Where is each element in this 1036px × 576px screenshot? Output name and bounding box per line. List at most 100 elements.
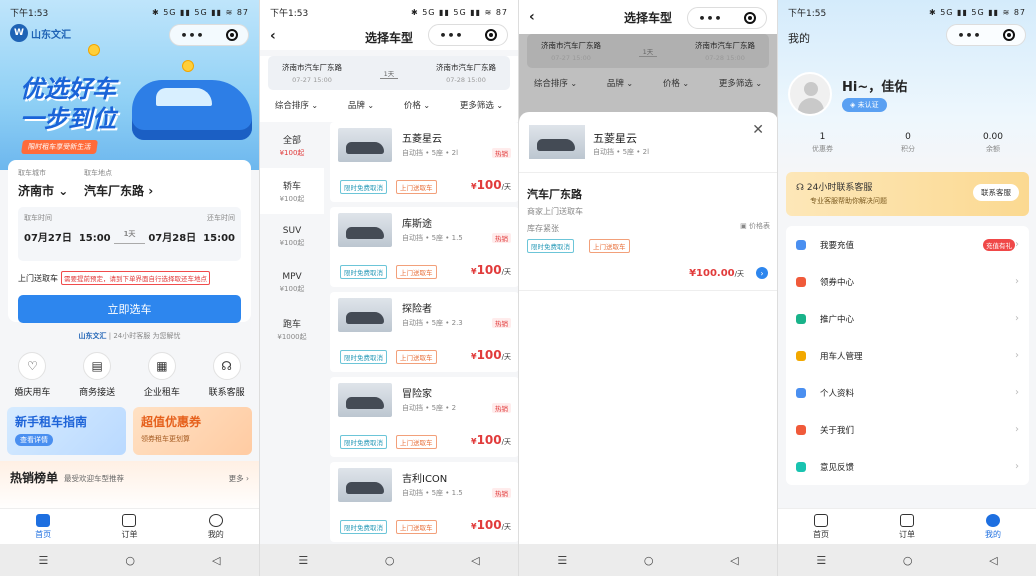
- back-icon[interactable]: ‹: [270, 28, 276, 44]
- more-link[interactable]: 更多 ›: [229, 473, 249, 484]
- home-key[interactable]: ○: [385, 554, 395, 567]
- date-picker[interactable]: 取车时间 还车时间 07月27日 15:00 1天 07月28日 15:00: [18, 207, 241, 261]
- tab-orders[interactable]: 订单: [121, 513, 137, 540]
- briefcase-icon: ▤: [83, 352, 112, 380]
- hot-badge: 热销: [492, 318, 511, 328]
- tab-home[interactable]: 首页: [35, 513, 51, 540]
- back-key[interactable]: ◁: [730, 554, 738, 567]
- tab-orders[interactable]: 订单: [899, 513, 915, 540]
- more-icon[interactable]: •••: [698, 12, 722, 25]
- filter-brand[interactable]: 品牌: [607, 77, 633, 89]
- pickup-datetime[interactable]: 07月27日 15:00: [24, 229, 111, 244]
- filter-sort[interactable]: 综合排序: [534, 77, 577, 89]
- miniapp-capsule[interactable]: •••: [169, 24, 249, 46]
- filter-price[interactable]: 价格: [404, 99, 430, 111]
- close-miniapp-icon[interactable]: [1002, 29, 1015, 41]
- tab-bar: 首页 订单 我的: [0, 508, 259, 544]
- back-icon[interactable]: ‹: [529, 9, 535, 25]
- miniapp-capsule[interactable]: •••: [946, 24, 1026, 46]
- app-logo: W 山东文汇: [10, 24, 71, 42]
- price-table-link[interactable]: ▣ 价格表: [740, 221, 770, 231]
- car-card[interactable]: 探险者 自动挡 • 5座 • 2.3 热销 限时免费取消 上门送取车 ¥100/天: [330, 292, 518, 372]
- back-key[interactable]: ◁: [212, 554, 220, 567]
- menu-feedback[interactable]: 意见反馈 ›: [786, 448, 1029, 485]
- car-photo: [338, 383, 392, 417]
- close-miniapp-icon[interactable]: [484, 29, 497, 41]
- coupon-banner[interactable]: 超值优惠券 领券租车更划算: [133, 407, 252, 455]
- category-item[interactable]: MPV ¥100起: [260, 260, 324, 306]
- menu-key[interactable]: ☰: [39, 554, 49, 567]
- miniapp-capsule[interactable]: •••: [428, 24, 508, 46]
- filter-more[interactable]: 更多筛选: [719, 77, 762, 89]
- quick-enterprise[interactable]: ▦ 企业租车: [144, 352, 180, 398]
- tab-mine[interactable]: 我的: [985, 513, 1001, 540]
- select-store-icon[interactable]: ›: [756, 267, 768, 279]
- category-sidebar: 全部 ¥100起 轿车 ¥100起 SUV ¥100起 MPV ¥100起 跑车 ¥100…: [260, 122, 324, 352]
- booking-card: 取车城市 取车地点 济南市 ⌄ 汽车厂东路 › 取车时间 还车时间 07月27日 15…: [8, 160, 251, 323]
- car-card[interactable]: 库斯途 自动挡 • 5座 • 1.5 热销 限时免费取消 上门送取车 ¥100/天: [330, 207, 518, 287]
- stat-coupons[interactable]: 1 优惠券: [812, 132, 833, 154]
- category-item[interactable]: SUV ¥100起: [260, 214, 324, 260]
- hero-tag: 限时租车享受新生活: [21, 140, 98, 154]
- home-screen: 优选好车 一步到位 限时租车享受新生活 下午1:53 ✱ 5G ▮▮ 5G ▮▮ ≋…: [0, 0, 259, 576]
- guide-banner[interactable]: 新手租车指南 查看详情: [7, 407, 126, 455]
- rental-duration: 1天: [113, 229, 146, 244]
- user-icon: [208, 513, 223, 527]
- filter-brand[interactable]: 品牌: [348, 99, 374, 111]
- menu-key[interactable]: ☰: [816, 554, 826, 567]
- return-datetime[interactable]: 07月28日 15:00: [148, 229, 235, 244]
- select-car-button[interactable]: 立即选车: [18, 295, 241, 323]
- avatar[interactable]: [788, 72, 832, 116]
- menu-recharge[interactable]: 我要充值 充值有礼 ›: [786, 226, 1029, 263]
- car-card[interactable]: 冒险家 自动挡 • 5座 • 2 热销 限时免费取消 上门送取车 ¥100/天: [330, 377, 518, 457]
- quick-wedding[interactable]: ♡ 婚庆用车: [14, 352, 50, 398]
- megaphone-icon: [796, 313, 806, 324]
- stat-points[interactable]: 0 积分: [901, 132, 915, 154]
- quick-business[interactable]: ▤ 商务接送: [79, 352, 115, 398]
- category-item[interactable]: 全部 ¥100起: [260, 122, 324, 168]
- filter-sort[interactable]: 综合排序: [275, 99, 318, 111]
- stat-balance[interactable]: 0.00 余额: [983, 132, 1003, 154]
- quick-service[interactable]: ☊ 联系客服: [209, 352, 245, 398]
- menu-profile[interactable]: 个人资料 ›: [786, 374, 1029, 411]
- tab-home[interactable]: 首页: [813, 513, 829, 540]
- route-summary[interactable]: 济南市汽车厂东路 07-27 15:00 1天 济南市汽车厂东路 07-28 15:…: [268, 56, 510, 90]
- car-card[interactable]: 五菱星云 自动挡 • 5座 • 2l 热销 限时免费取消 上门送取车 ¥100/天: [330, 122, 518, 202]
- menu-promotion[interactable]: 推广中心 ›: [786, 300, 1029, 337]
- back-key[interactable]: ◁: [989, 554, 997, 567]
- miniapp-capsule[interactable]: •••: [687, 7, 767, 29]
- menu-drivers[interactable]: 用车人管理 ›: [786, 337, 1029, 374]
- profile-menu: 我要充值 充值有礼 › 领券中心 › 推广中心 › 用车人管理 › 个人资料 › 关于我们 ›…: [786, 226, 1029, 485]
- home-key[interactable]: ○: [903, 554, 913, 567]
- more-icon[interactable]: •••: [180, 29, 204, 42]
- menu-coupons[interactable]: 领券中心 ›: [786, 263, 1029, 300]
- menu-key[interactable]: ☰: [298, 554, 308, 567]
- close-miniapp-icon[interactable]: [225, 29, 238, 41]
- contact-service-button[interactable]: 联系客服: [973, 184, 1019, 201]
- back-key[interactable]: ◁: [471, 554, 479, 567]
- home-key[interactable]: ○: [125, 554, 135, 567]
- city-select[interactable]: 济南市 ⌄: [18, 182, 84, 199]
- pickup-city-label: 取车城市: [18, 169, 46, 177]
- home-icon: [814, 513, 828, 527]
- category-item[interactable]: 轿车 ¥100起: [260, 168, 324, 214]
- car-card[interactable]: 吉利ICON 自动挡 • 5座 • 1.5 热销 限时免费取消 上门送取车 ¥100/天: [330, 462, 518, 542]
- filter-price[interactable]: 价格: [663, 77, 689, 89]
- location-select[interactable]: 汽车厂东路 ›: [84, 182, 153, 199]
- close-miniapp-icon[interactable]: [743, 12, 756, 24]
- filter-more[interactable]: 更多筛选: [460, 99, 503, 111]
- route-summary[interactable]: 济南市汽车厂东路 07-27 15:00 1天 济南市汽车厂东路 07-28 15:…: [527, 34, 769, 68]
- more-icon[interactable]: •••: [957, 29, 981, 42]
- account-stats: 1 优惠券 0 积分 0.00 余额: [778, 132, 1036, 154]
- menu-key[interactable]: ☰: [557, 554, 567, 567]
- more-icon[interactable]: •••: [439, 29, 463, 42]
- driver-icon: [796, 350, 806, 361]
- menu-about[interactable]: 关于我们 ›: [786, 411, 1029, 448]
- home-key[interactable]: ○: [644, 554, 654, 567]
- hero-slogan: 优选好车 一步到位: [20, 75, 116, 133]
- close-icon[interactable]: ✕: [752, 122, 764, 138]
- category-item[interactable]: 跑车 ¥1000起: [260, 306, 324, 352]
- tab-mine[interactable]: 我的: [208, 513, 224, 540]
- system-nav: ☰ ○ ◁: [519, 544, 777, 576]
- verify-badge[interactable]: ◈ 未认证: [842, 98, 887, 112]
